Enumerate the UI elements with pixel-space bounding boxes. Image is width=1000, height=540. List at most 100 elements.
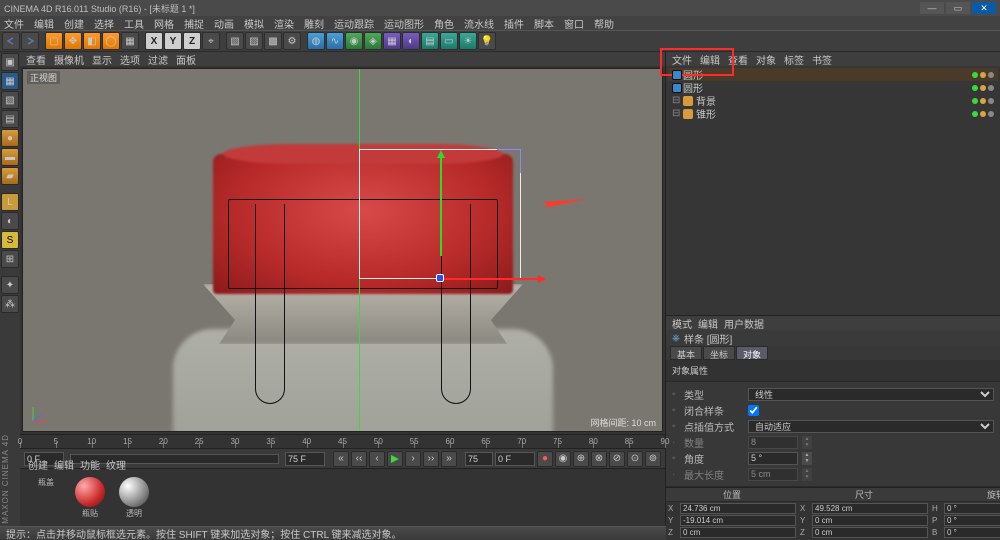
add-array-button[interactable]: ▦ [383,32,401,50]
rot-b-input[interactable] [944,527,1000,538]
obj-tab-文件[interactable]: 文件 [672,52,692,67]
key-rot-button[interactable]: ⊘ [609,451,625,467]
add-camera-button[interactable]: ▭ [440,32,458,50]
menu-帮助[interactable]: 帮助 [594,16,614,31]
menu-网格[interactable]: 网格 [154,16,174,31]
range-input[interactable] [465,452,493,466]
object-manager[interactable]: ⊟ 圆形 ⊟ 圆形 ⊟ 背景 ⊟ 锥形 [666,66,1000,316]
frame-end-input[interactable] [285,452,325,466]
next-key-button[interactable]: ›› [423,451,439,467]
expand-icon[interactable]: ⊟ [672,95,680,106]
size-z-input[interactable] [812,527,928,538]
workplane-button[interactable]: ▤ [1,110,19,128]
tweak-button[interactable]: ✦ [1,276,19,294]
view-menu-摄像机[interactable]: 摄像机 [54,52,84,67]
menu-插件[interactable]: 插件 [504,16,524,31]
key-param-button[interactable]: ⊙ [627,451,643,467]
size-x-input[interactable] [812,503,928,514]
add-environment-button[interactable]: ▤ [421,32,439,50]
menu-流水线[interactable]: 流水线 [464,16,494,31]
render-settings-button[interactable]: ⚙ [283,32,301,50]
expand-icon[interactable]: ⊟ [672,108,680,119]
viewport-solo-button[interactable]: ◐ [1,212,19,230]
add-primitive-button[interactable]: ◍ [307,32,325,50]
view-menu-面板[interactable]: 面板 [176,52,196,67]
object-row-圆形[interactable]: ⊟ 圆形 [668,68,998,81]
handle-x[interactable] [440,278,540,280]
menu-创建[interactable]: 创建 [64,16,84,31]
selection-box[interactable] [359,149,521,279]
angle-spinner[interactable]: ▲▼ [802,452,812,465]
menu-文件[interactable]: 文件 [4,16,24,31]
interp-select[interactable]: 自动适应 [748,420,994,433]
attr-tab-编辑[interactable]: 编辑 [698,316,718,331]
attr-tab-用户数据[interactable]: 用户数据 [724,316,764,331]
viewport[interactable]: 正视图 [22,68,663,432]
mat-tab-功能[interactable]: 功能 [80,457,100,472]
angle-input[interactable] [748,452,798,465]
menu-动画[interactable]: 动画 [214,16,234,31]
lighting-button[interactable]: 💡 [478,32,496,50]
menu-脚本[interactable]: 脚本 [534,16,554,31]
coord-system-button[interactable]: ⌖ [202,32,220,50]
render-dot[interactable] [980,72,986,78]
goto-end-button[interactable]: » [441,451,457,467]
goto-start-button[interactable]: « [333,451,349,467]
key-pla-button[interactable]: ⊚ [645,451,661,467]
obj-tab-书签[interactable]: 书签 [812,52,832,67]
prev-key-button[interactable]: ‹‹ [351,451,367,467]
visibility-dot[interactable] [972,85,978,91]
workflow-button[interactable]: ⊞ [1,250,19,268]
handle-y[interactable] [440,156,442,256]
render-dot[interactable] [980,98,986,104]
add-light-button[interactable]: ☀ [459,32,477,50]
render-view-button[interactable]: ▧ [226,32,244,50]
close-checkbox[interactable] [748,405,759,416]
menu-捕捉[interactable]: 捕捉 [184,16,204,31]
tag-dot[interactable] [988,98,994,104]
pos-x-input[interactable] [680,503,796,514]
snap-button[interactable]: S [1,231,19,249]
attr-subtab-基本[interactable]: 基本 [670,346,702,360]
material-瓶贴[interactable]: 瓶贴 [70,477,110,520]
material-瓶盖[interactable]: 瓶盖 [26,477,66,520]
rot-h-input[interactable] [944,503,1000,514]
menu-窗口[interactable]: 窗口 [564,16,584,31]
make-editable-button[interactable]: ▣ [1,53,19,71]
redo-button[interactable] [21,32,39,50]
axis-lock-button[interactable]: L [1,193,19,211]
last-tool-button[interactable]: ▦ [121,32,139,50]
record-button[interactable]: ● [537,451,553,467]
polygon-mode-button[interactable]: ▰ [1,167,19,185]
rotate-button[interactable]: ◯ [102,32,120,50]
render-region-button[interactable]: ▨ [245,32,263,50]
mat-tab-创建[interactable]: 创建 [28,457,48,472]
add-spline-button[interactable]: ∿ [326,32,344,50]
add-subdiv-button[interactable]: ◈ [364,32,382,50]
close-button[interactable]: ✕ [972,2,996,14]
add-generator-button[interactable]: ◉ [345,32,363,50]
live-select-button[interactable]: ▢ [45,32,63,50]
menu-选择[interactable]: 选择 [94,16,114,31]
render-pv-button[interactable]: ▩ [264,32,282,50]
attr-subtab-坐标[interactable]: 坐标 [703,346,735,360]
add-deformer-button[interactable]: ◐ [402,32,420,50]
prev-frame-button[interactable]: ‹ [369,451,385,467]
render-dot[interactable] [980,111,986,117]
point-mode-button[interactable]: ● [1,129,19,147]
undo-button[interactable] [2,32,20,50]
tag-dot[interactable] [988,111,994,117]
rot-p-input[interactable] [944,515,1000,526]
menu-渲染[interactable]: 渲染 [274,16,294,31]
menu-运动图形[interactable]: 运动图形 [384,16,424,31]
texture-mode-button[interactable]: ▧ [1,91,19,109]
play-button[interactable] [387,451,403,467]
mat-tab-编辑[interactable]: 编辑 [54,457,74,472]
axis-y-toggle[interactable]: Y [164,32,182,50]
attr-tab-模式[interactable]: 模式 [672,316,692,331]
view-menu-过滤[interactable]: 过滤 [148,52,168,67]
view-menu-显示[interactable]: 显示 [92,52,112,67]
attr-subtab-对象[interactable]: 对象 [736,346,768,360]
pos-z-input[interactable] [680,527,796,538]
edge-mode-button[interactable]: ▬ [1,148,19,166]
